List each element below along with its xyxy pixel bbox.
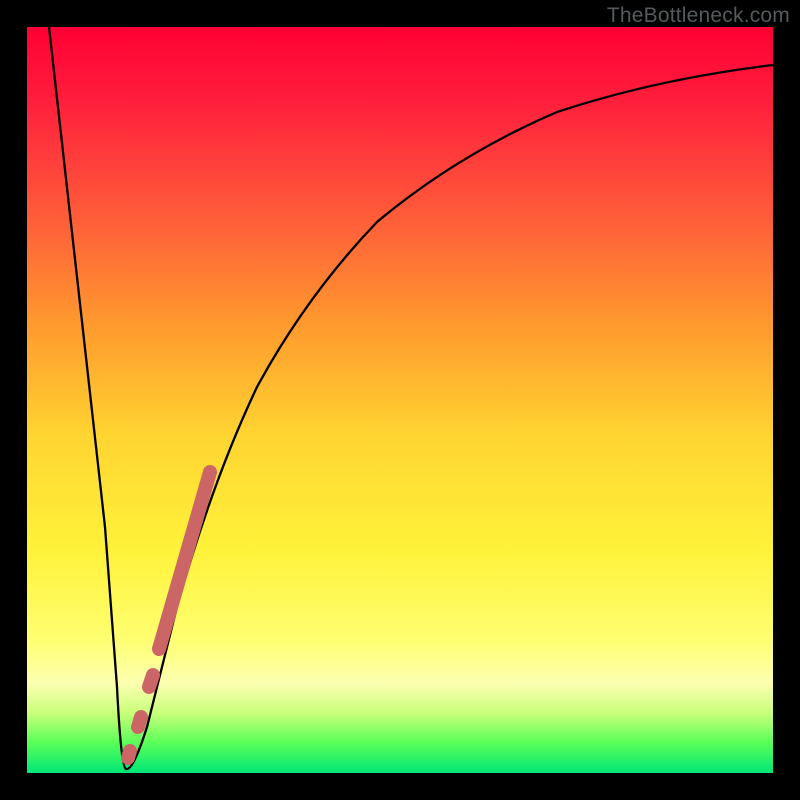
- accent-segment: [159, 472, 210, 649]
- chart-svg: [27, 27, 773, 773]
- chart-frame: TheBottleneck.com: [0, 0, 800, 800]
- watermark-text: TheBottleneck.com: [607, 4, 790, 28]
- accent-dot-3: [149, 675, 153, 687]
- plot-area: [27, 27, 773, 773]
- accent-dot-2: [138, 717, 141, 727]
- bottleneck-curve: [49, 27, 773, 769]
- accent-dot-1: [128, 751, 130, 758]
